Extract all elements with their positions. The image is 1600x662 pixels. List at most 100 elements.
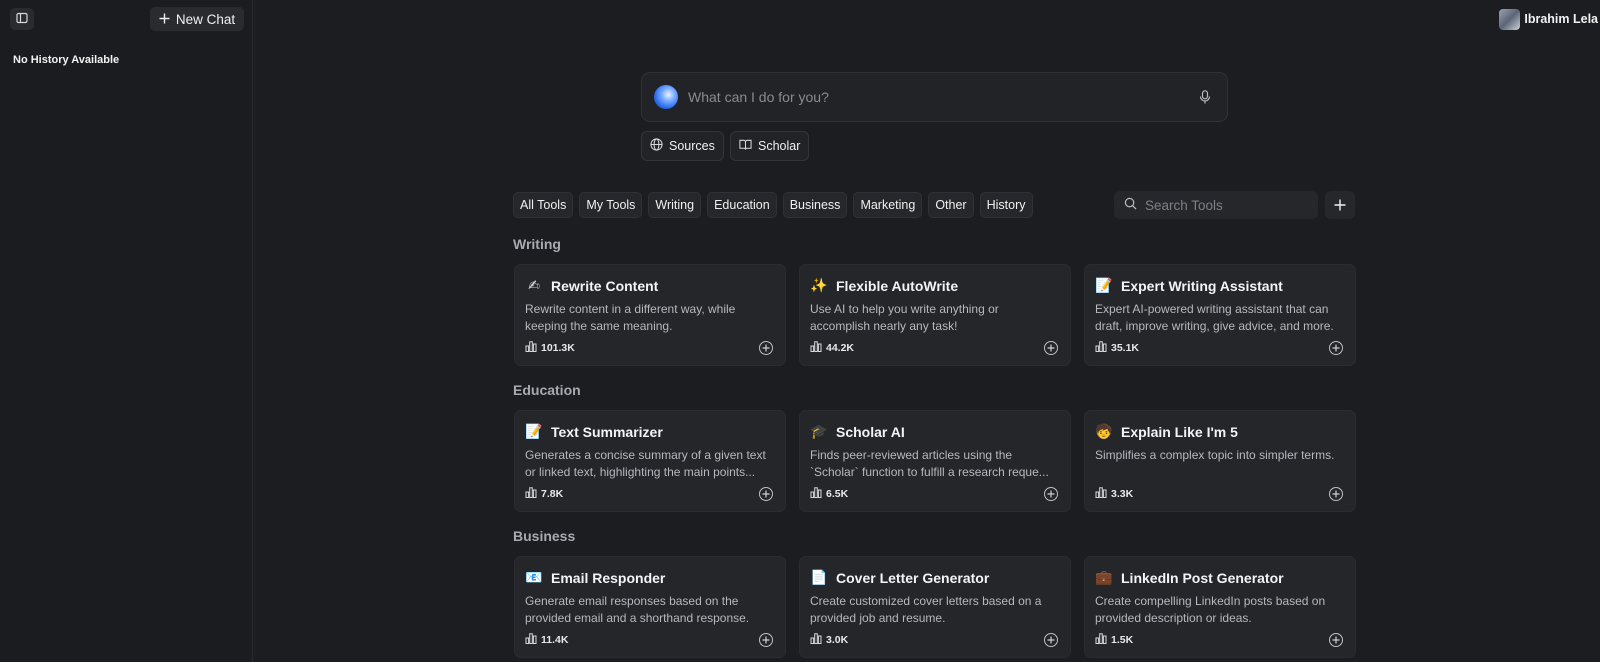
plus-icon [1334, 195, 1346, 216]
tool-card[interactable]: 📧 Email Responder Generate email responses… [514, 556, 786, 658]
sources-label: Sources [669, 139, 715, 153]
tool-card-footer: 35.1K [1095, 341, 1343, 355]
bar-chart-icon [1095, 487, 1107, 501]
tab-marketing[interactable]: Marketing [853, 192, 923, 218]
bar-chart-icon [810, 633, 822, 647]
usage-count: 101.3K [541, 342, 575, 354]
new-chat-button[interactable]: New Chat [150, 7, 244, 31]
tab-other[interactable]: Other [928, 192, 974, 218]
plus-icon [159, 12, 170, 27]
tab-history[interactable]: History [979, 192, 1033, 218]
tool-card-title: Rewrite Content [551, 278, 659, 294]
prompt-input[interactable] [688, 89, 1197, 105]
sidebar-panel-icon [16, 12, 28, 27]
add-tool-plus-icon[interactable] [1044, 487, 1058, 501]
tool-emoji-icon: 💼 [1095, 570, 1113, 586]
tool-card-footer: 11.4K [525, 633, 773, 647]
tool-card-footer: 6.5K [810, 487, 1058, 501]
usage-count: 7.8K [541, 488, 564, 500]
add-tool-plus-icon[interactable] [1329, 633, 1343, 647]
tab-business[interactable]: Business [782, 192, 848, 218]
prompt-bar [641, 72, 1228, 122]
tab-all-tools[interactable]: All Tools [513, 192, 574, 218]
tool-card-header: 📝 Expert Writing Assistant [1095, 275, 1345, 297]
section-title-education: Education [513, 382, 581, 398]
tool-card-description: Generate email responses based on the pr… [525, 594, 750, 625]
tool-card-description: Finds peer-reviewed articles using the `… [810, 448, 1049, 479]
bar-chart-icon [525, 633, 537, 647]
tool-card-header: 📄 Cover Letter Generator [810, 567, 1060, 589]
add-tool-plus-icon[interactable] [759, 487, 773, 501]
tool-card-title: Flexible AutoWrite [836, 278, 959, 294]
tool-card-title: LinkedIn Post Generator [1121, 570, 1284, 586]
tool-card-footer: 101.3K [525, 341, 773, 355]
add-tool-plus-icon[interactable] [1044, 341, 1058, 355]
tool-card-description: Create compelling LinkedIn posts based o… [1095, 594, 1326, 625]
usage-stat: 7.8K [525, 487, 563, 501]
new-chat-label: New Chat [175, 11, 236, 27]
tool-card-header: ✍ Rewrite Content [525, 275, 775, 297]
tool-card-description: Simplifies a complex topic into simpler … [1095, 448, 1335, 462]
tool-card-header: 📝 Text Summarizer [525, 421, 775, 443]
usage-stat: 44.2K [810, 341, 854, 355]
tab-writing[interactable]: Writing [648, 192, 702, 218]
tool-card-header: 💼 LinkedIn Post Generator [1095, 567, 1345, 589]
tool-card-footer: 1.5K [1095, 633, 1343, 647]
tool-card[interactable]: 📝 Text Summarizer Generates a concise summ… [514, 410, 786, 512]
bar-chart-icon [810, 487, 822, 501]
tool-card[interactable]: 📄 Cover Letter Generator Create customized… [799, 556, 1071, 658]
usage-stat: 1.5K [1095, 633, 1133, 647]
usage-stat: 101.3K [525, 341, 575, 355]
tool-card-header: 🧒 Explain Like I'm 5 [1095, 421, 1345, 443]
usage-count: 1.5K [1111, 634, 1134, 646]
tool-search-input[interactable] [1145, 197, 1322, 213]
add-tool-plus-icon[interactable] [1329, 487, 1343, 501]
sidebar: New Chat No History Available [0, 0, 253, 662]
add-tool-plus-icon[interactable] [1329, 341, 1343, 355]
usage-stat: 3.3K [1095, 487, 1133, 501]
tool-card-title: Cover Letter Generator [836, 570, 990, 586]
add-tool-plus-icon[interactable] [759, 633, 773, 647]
empty-history-message: No History Available [13, 54, 120, 66]
usage-count: 35.1K [1111, 342, 1140, 354]
add-tool-plus-icon[interactable] [1044, 633, 1058, 647]
add-tool-plus-icon[interactable] [759, 341, 773, 355]
tool-card-description: Expert AI-powered writing assistant that… [1095, 302, 1334, 333]
tool-card-footer: 44.2K [810, 341, 1058, 355]
tool-emoji-icon: 🧒 [1095, 424, 1113, 440]
tool-card[interactable]: 📝 Expert Writing Assistant Expert AI-power… [1084, 264, 1356, 366]
tab-my-tools[interactable]: My Tools [579, 192, 643, 218]
tool-card[interactable]: 🎓 Scholar AI Finds peer-reviewed articles … [799, 410, 1071, 512]
tool-card-title: Explain Like I'm 5 [1121, 424, 1238, 440]
add-tool-button[interactable] [1325, 191, 1355, 219]
usage-stat: 3.0K [810, 633, 848, 647]
tool-card-header: 🎓 Scholar AI [810, 421, 1060, 443]
tab-education[interactable]: Education [707, 192, 777, 218]
tool-card-description: Create customized cover letters based on… [810, 594, 1042, 625]
tool-card-header: ✨ Flexible AutoWrite [810, 275, 1060, 297]
sidebar-toggle-button[interactable] [10, 8, 34, 30]
tool-card-title: Text Summarizer [551, 424, 663, 440]
tool-card[interactable]: ✍ Rewrite Content Rewrite content in a dif… [514, 264, 786, 366]
usage-count: 11.4K [541, 634, 569, 646]
user-menu[interactable]: Ibrahim Lela [1499, 8, 1598, 30]
usage-stat: 11.4K [525, 633, 568, 647]
sources-chip[interactable]: Sources [641, 131, 724, 161]
tool-card[interactable]: 🧒 Explain Like I'm 5 Simplifies a complex … [1084, 410, 1356, 512]
scholar-chip[interactable]: Scholar [730, 131, 810, 161]
tool-emoji-icon: ✍ [528, 278, 540, 294]
bar-chart-icon [525, 341, 537, 355]
section-title-writing: Writing [513, 236, 561, 252]
tool-card[interactable]: ✨ Flexible AutoWrite Use AI to help you wr… [799, 264, 1071, 366]
usage-stat: 6.5K [810, 487, 848, 501]
globe-icon [650, 138, 663, 154]
microphone-icon[interactable] [1197, 89, 1213, 105]
tool-card-footer: 3.0K [810, 633, 1058, 647]
tool-card-title: Email Responder [551, 570, 666, 586]
tool-emoji-icon: 📝 [1095, 278, 1113, 294]
scholar-label: Scholar [758, 139, 801, 153]
tool-card[interactable]: 💼 LinkedIn Post Generator Create compellin… [1084, 556, 1356, 658]
usage-count: 3.0K [826, 634, 849, 646]
usage-count: 6.5K [826, 488, 849, 500]
section-title-business: Business [513, 528, 576, 544]
